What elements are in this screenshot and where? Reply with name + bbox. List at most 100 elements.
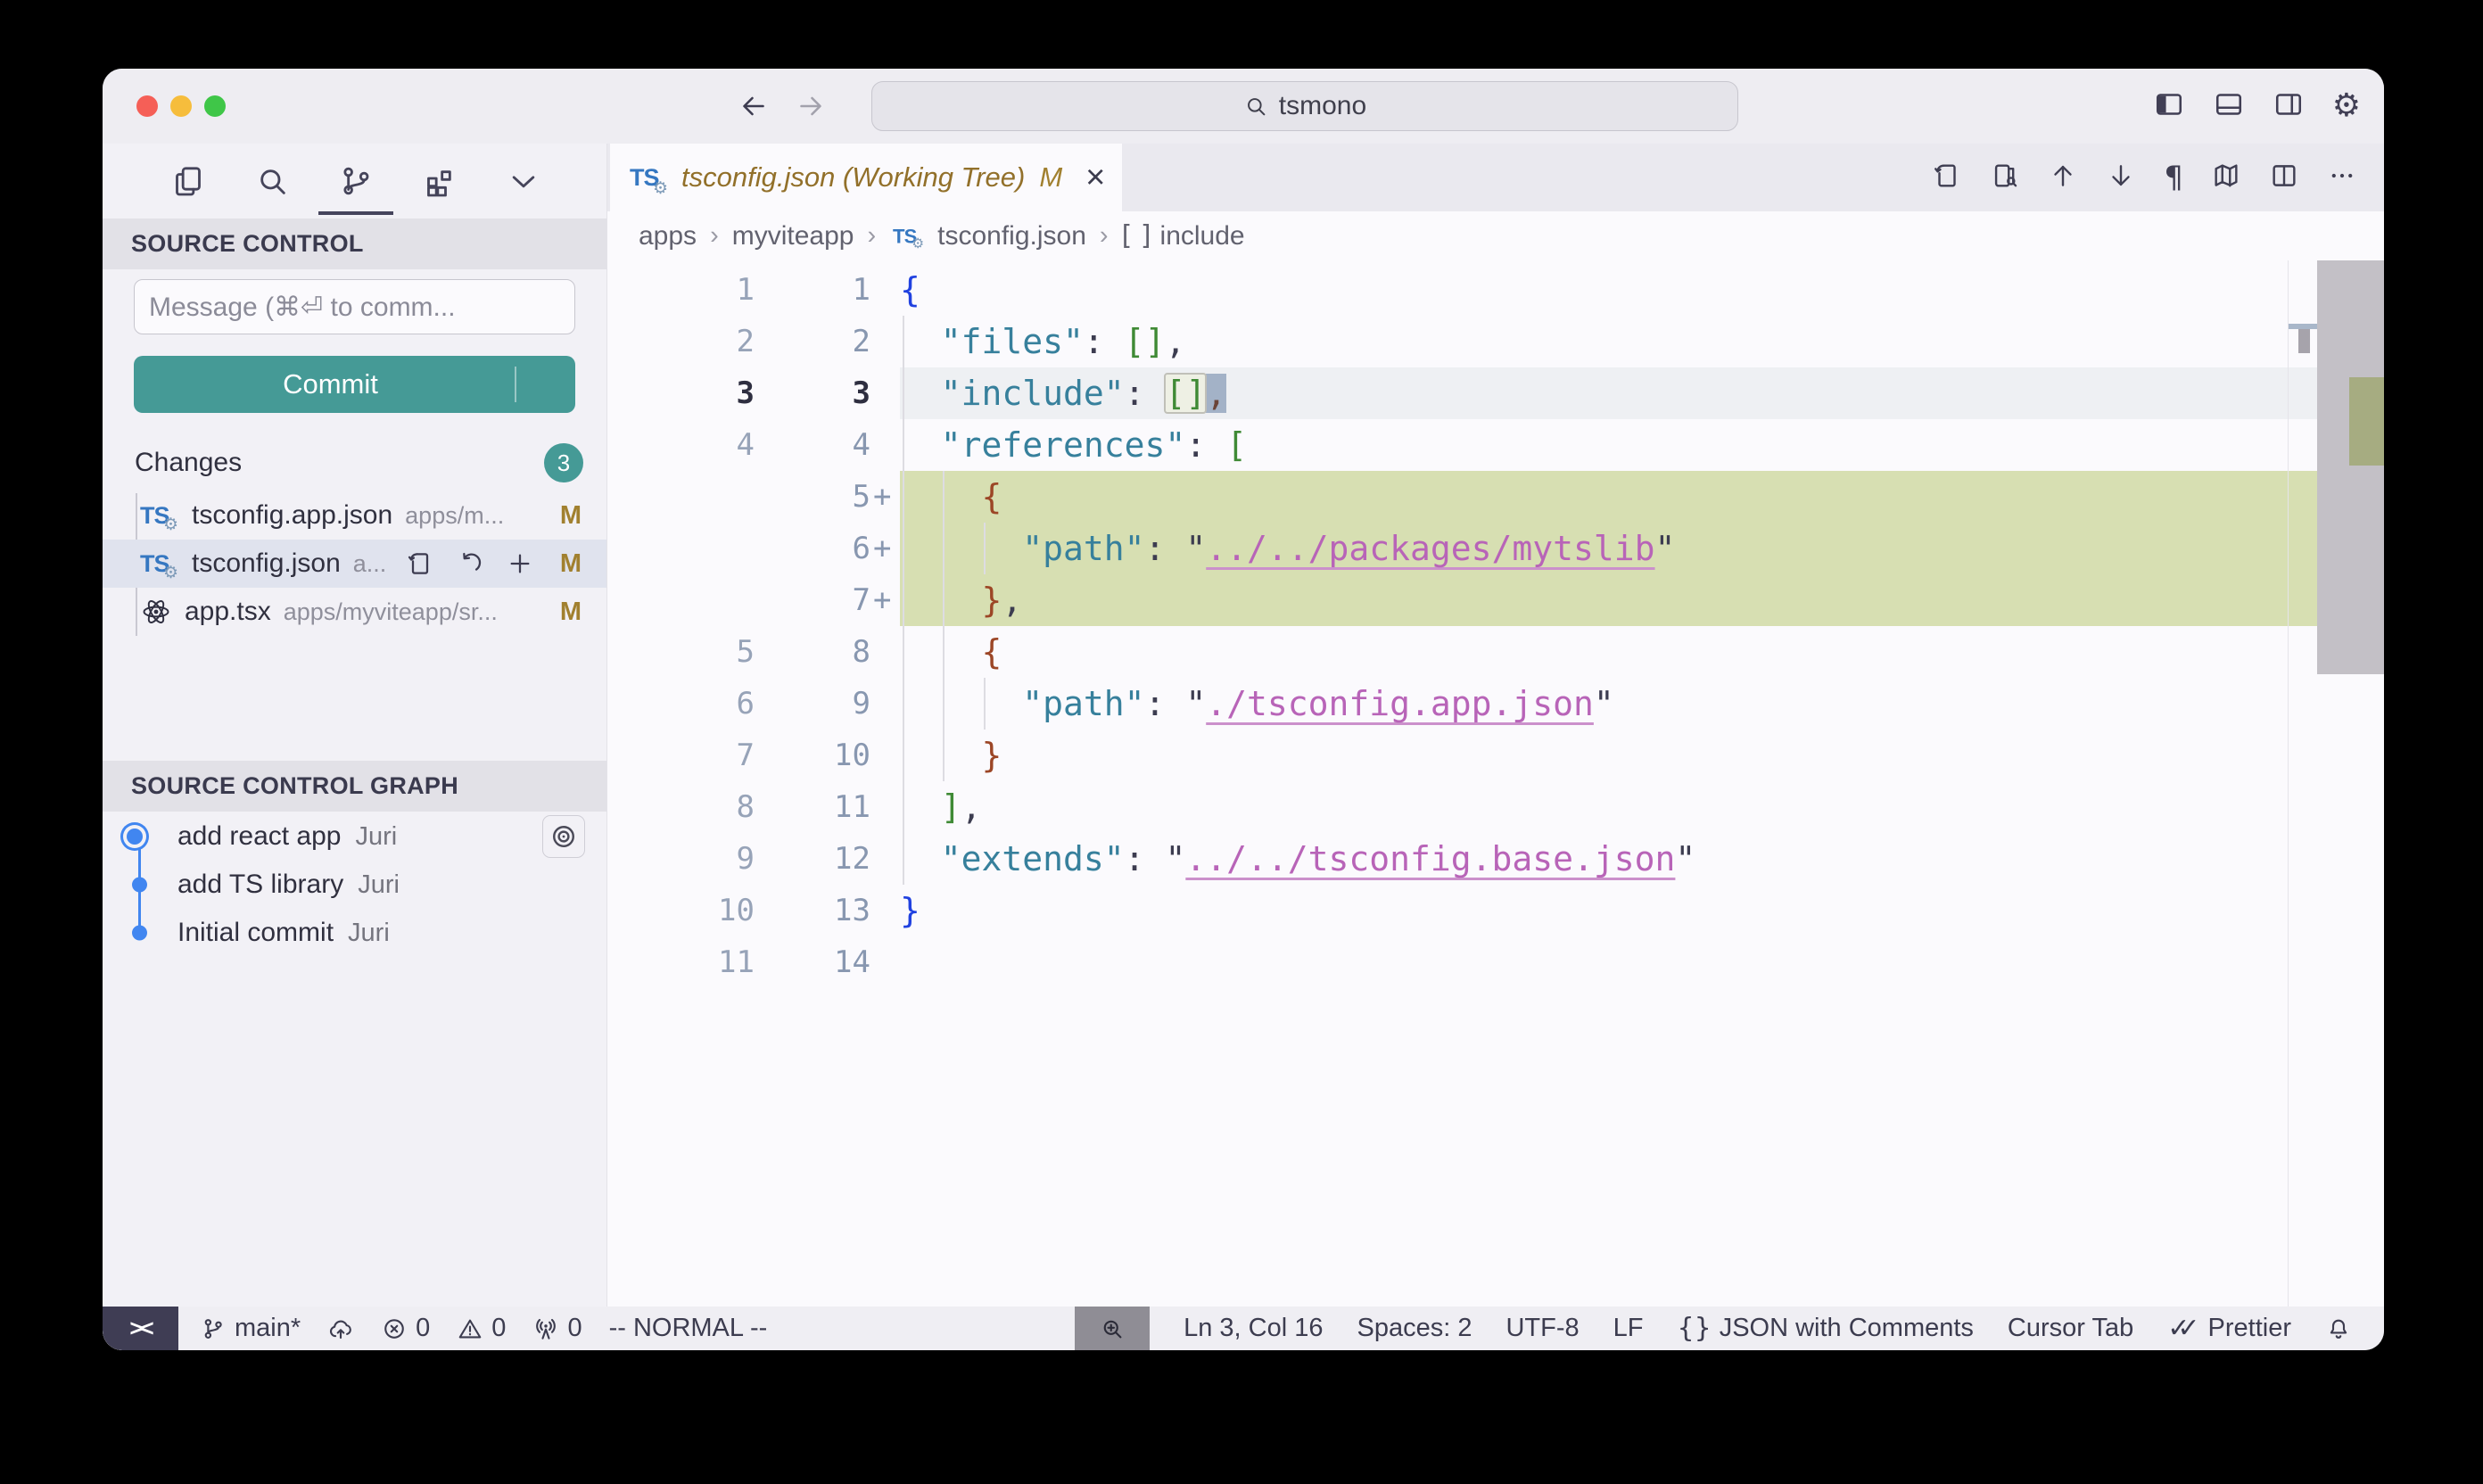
status-item-notifications[interactable] [2325, 1315, 2352, 1342]
stage-plus-icon[interactable] [506, 549, 534, 578]
commit-button-divider [515, 367, 516, 402]
status-item-publish[interactable] [327, 1315, 354, 1342]
map-button[interactable] [2211, 161, 2241, 195]
changes-section-header[interactable]: Changes 3 [103, 438, 606, 488]
diff-added-sign [870, 626, 900, 678]
code-line-3[interactable]: 33 "include": [], [607, 367, 2289, 419]
change-row-tsconfig.app.json[interactable]: TS⚙tsconfig.app.jsonapps/m...M [103, 491, 606, 540]
forward-icon[interactable] [795, 90, 827, 122]
breadcrumb-item-apps[interactable]: apps [639, 221, 697, 251]
commit-button[interactable]: Commit [134, 356, 575, 413]
gear-icon: ⚙ [2332, 90, 2361, 122]
code-line-6[interactable]: 6+ "path": "../../packages/mytslib" [607, 523, 2289, 574]
pilcrow-button[interactable]: ¶ [2164, 162, 2183, 193]
code-text: { [900, 264, 2289, 316]
remote-indicator[interactable]: >< [103, 1307, 178, 1350]
inline-view-button[interactable] [1990, 161, 2020, 195]
status-item-indentation[interactable]: Spaces: 2 [1357, 1314, 1472, 1343]
commit-row-1[interactable]: add react appJuri [103, 812, 606, 861]
ellipsis-button[interactable] [2327, 161, 2357, 195]
change-row-app.tsx[interactable]: app.tsxapps/myviteapp/sr...M [103, 588, 606, 636]
code-line-12[interactable]: 912 "extends": "../../tsconfig.base.json… [607, 833, 2289, 885]
toggle-layout-sidebar-left-button[interactable] [2153, 88, 2185, 125]
arrow-up-button[interactable] [2048, 161, 2078, 195]
code-text: { [900, 626, 2289, 678]
diff-added-sign [870, 419, 900, 471]
split-editor-button[interactable] [2269, 161, 2299, 195]
code-editor[interactable]: 11{22 "files": [],33 "include": [],44 "r… [607, 260, 2384, 1307]
traffic-light-close[interactable] [136, 95, 158, 117]
commit-message-input[interactable]: Message (⌘⏎ to comm... [134, 279, 575, 334]
code-line-10[interactable]: 710 } [607, 730, 2289, 781]
open-changes-icon[interactable] [406, 549, 434, 578]
code-line-4[interactable]: 44 "references": [ [607, 419, 2289, 471]
arrow-left-icon[interactable] [738, 90, 770, 122]
code-token: " [1655, 529, 1676, 568]
code-line-7[interactable]: 7+ }, [607, 574, 2289, 626]
open-changes-button[interactable] [1932, 161, 1962, 195]
original-line-number: 5 [607, 626, 755, 678]
code-line-13[interactable]: 1013} [607, 885, 2289, 936]
status-item-zoom-indicator[interactable] [1075, 1307, 1150, 1350]
commit-author: Juri [355, 822, 397, 852]
status-item-language-mode[interactable]: {}JSON with Comments [1678, 1314, 1974, 1343]
status-item-encoding[interactable]: UTF-8 [1505, 1314, 1579, 1343]
activity-item-source-control[interactable] [336, 161, 375, 201]
status-item-branch[interactable]: main* [200, 1314, 301, 1343]
status-item-errors[interactable]: 0 [381, 1314, 430, 1343]
traffic-light-zoom[interactable] [204, 95, 226, 117]
activity-item-extensions[interactable] [420, 161, 459, 201]
status-item-vim-mode[interactable]: -- NORMAL -- [609, 1314, 768, 1343]
arrow-right-icon[interactable] [795, 90, 827, 122]
code-line-5[interactable]: 5+ { [607, 471, 2289, 523]
close-icon[interactable]: × [1085, 161, 1105, 194]
overview-ruler-added-decoration [2349, 377, 2384, 466]
diff-added-sign [870, 936, 900, 988]
breadcrumb-item-tsconfig.json[interactable]: TS⚙tsconfig.json [889, 220, 1086, 252]
source-control-header[interactable]: SOURCE CONTROL [103, 218, 606, 269]
code-line-1[interactable]: 11{ [607, 264, 2289, 316]
command-center-search[interactable]: tsmono [871, 81, 1738, 131]
change-row-tsconfig.json[interactable]: TS⚙tsconfig.jsona...M [103, 540, 606, 588]
commit-row-2[interactable]: add TS libraryJuri [103, 861, 606, 909]
code-token: : [1125, 374, 1166, 413]
goto-current-history-item-button[interactable] [542, 815, 585, 858]
activity-item-chevron-down[interactable] [504, 161, 543, 201]
activity-item-files[interactable] [169, 161, 208, 201]
commit-row-3[interactable]: Initial commitJuri [103, 909, 606, 957]
code-text: "path": "./tsconfig.app.json" [900, 678, 2289, 730]
code-line-2[interactable]: 22 "files": [], [607, 316, 2289, 367]
source-control-graph-header[interactable]: SOURCE CONTROL GRAPH [103, 761, 606, 812]
error-circle-icon [381, 1315, 408, 1342]
status-item-warnings[interactable]: 0 [457, 1314, 506, 1343]
diff-added-sign [870, 367, 900, 419]
status-item-ports[interactable]: 0 [532, 1314, 582, 1343]
arrow-down-button[interactable] [2106, 161, 2136, 195]
breadcrumb-item-include[interactable]: [ ]include [1122, 221, 1245, 251]
minimap[interactable] [2288, 260, 2384, 1307]
status-item-cursor-tab[interactable]: Cursor Tab [2008, 1314, 2133, 1343]
status-item-eol[interactable]: LF [1613, 1314, 1644, 1343]
code-token: [ [1226, 425, 1247, 465]
code-line-8[interactable]: 58 { [607, 626, 2289, 678]
back-icon[interactable] [738, 90, 770, 122]
traffic-light-minimize[interactable] [170, 95, 192, 117]
code-token: : [1145, 684, 1186, 723]
toggle-layout-panel-button[interactable] [2213, 88, 2245, 125]
code-line-14[interactable]: 1114 [607, 936, 2289, 988]
diff-added-sign [870, 678, 900, 730]
tab-tsconfig-working-tree[interactable]: TS⚙ tsconfig.json (Working Tree) M × [610, 144, 1122, 211]
status-item-cursor-position[interactable]: Ln 3, Col 16 [1184, 1314, 1323, 1343]
ts-icon: TS⚙ [140, 499, 179, 532]
code-line-11[interactable]: 811 ], [607, 781, 2289, 833]
breadcrumb-item-myviteapp[interactable]: myviteapp [732, 221, 854, 251]
code-token: ./tsconfig.app.json [1206, 684, 1594, 723]
diff-added-sign [870, 885, 900, 936]
activity-item-search[interactable] [252, 161, 292, 201]
code-line-9[interactable]: 69 "path": "./tsconfig.app.json" [607, 678, 2289, 730]
scrollbar-slider[interactable] [2317, 260, 2384, 674]
toggle-layout-sidebar-right-button[interactable] [2273, 88, 2305, 125]
discard-icon[interactable] [456, 549, 484, 578]
status-item-formatter[interactable]: ✓✓Prettier [2167, 1314, 2291, 1343]
toggle-gear-button[interactable]: ⚙ [2332, 90, 2361, 122]
